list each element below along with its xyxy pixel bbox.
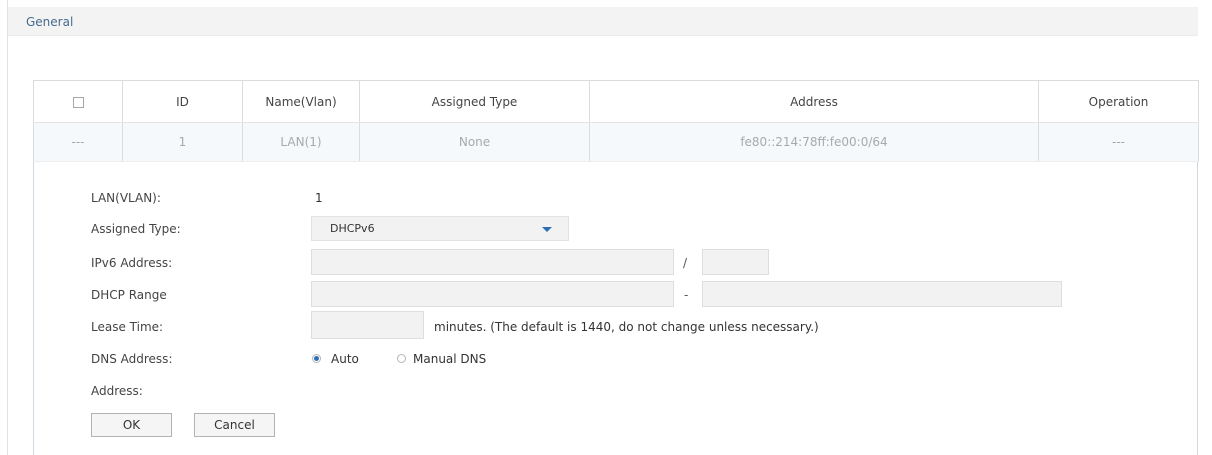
- radio-unchecked-icon[interactable]: [397, 354, 406, 363]
- column-header-address: Address: [589, 80, 1039, 123]
- column-header-assigned-type: Assigned Type: [359, 80, 590, 123]
- row-assigned-type: None: [359, 122, 590, 162]
- assigned-type-label: Assigned Type:: [91, 222, 181, 236]
- select-all-checkbox-icon[interactable]: [72, 96, 84, 108]
- lease-time-label: Lease Time:: [91, 320, 164, 334]
- dns-auto-label[interactable]: Auto: [331, 352, 359, 366]
- radio-checked-icon[interactable]: [312, 354, 321, 363]
- section-title: General: [26, 15, 74, 29]
- ipv6-address-label: IPv6 Address:: [91, 256, 173, 270]
- row-operation: ---: [1038, 122, 1199, 162]
- ok-button[interactable]: OK: [91, 413, 172, 437]
- range-separator: -: [684, 288, 689, 302]
- prefix-length-input[interactable]: [702, 249, 769, 275]
- dhcp-range-start-input[interactable]: [311, 281, 674, 307]
- column-header-id: ID: [122, 80, 243, 123]
- row-name: LAN(1): [242, 122, 360, 162]
- page-left-border: [7, 0, 8, 455]
- address-label: Address:: [91, 384, 143, 398]
- dhcp-range-label: DHCP Range: [91, 288, 167, 302]
- ipv6-lan-table: ID Name(Vlan) Assigned Type Address Oper…: [33, 80, 1199, 162]
- table-header-row: ID Name(Vlan) Assigned Type Address Oper…: [33, 80, 1199, 123]
- select-all-header[interactable]: [33, 80, 123, 123]
- dhcp-range-end-input[interactable]: [702, 281, 1062, 307]
- section-header-bar: [8, 7, 1198, 36]
- dns-address-label: DNS Address:: [91, 352, 173, 366]
- chevron-down-icon: [542, 227, 552, 232]
- assigned-type-select[interactable]: DHCPv6: [311, 216, 569, 241]
- dns-manual-label[interactable]: Manual DNS: [413, 352, 486, 366]
- row-id: 1: [122, 122, 243, 162]
- cancel-button[interactable]: Cancel: [194, 413, 275, 437]
- column-header-operation: Operation: [1038, 80, 1199, 123]
- row-address: fe80::214:78ff:fe00:0/64: [589, 122, 1039, 162]
- lease-time-hint: minutes. (The default is 1440, do not ch…: [434, 320, 819, 334]
- lease-time-input[interactable]: [311, 311, 424, 339]
- column-header-name: Name(Vlan): [242, 80, 360, 123]
- table-row[interactable]: --- 1 LAN(1) None fe80::214:78ff:fe00:0/…: [33, 122, 1199, 162]
- lan-vlan-value: 1: [315, 191, 323, 205]
- prefix-separator: /: [683, 256, 688, 270]
- assigned-type-selected-value: DHCPv6: [330, 222, 375, 235]
- lan-vlan-label: LAN(VLAN):: [91, 191, 161, 205]
- edit-panel: [33, 162, 1198, 455]
- ipv6-address-input[interactable]: [311, 249, 674, 275]
- row-checkbox-cell: ---: [33, 122, 123, 162]
